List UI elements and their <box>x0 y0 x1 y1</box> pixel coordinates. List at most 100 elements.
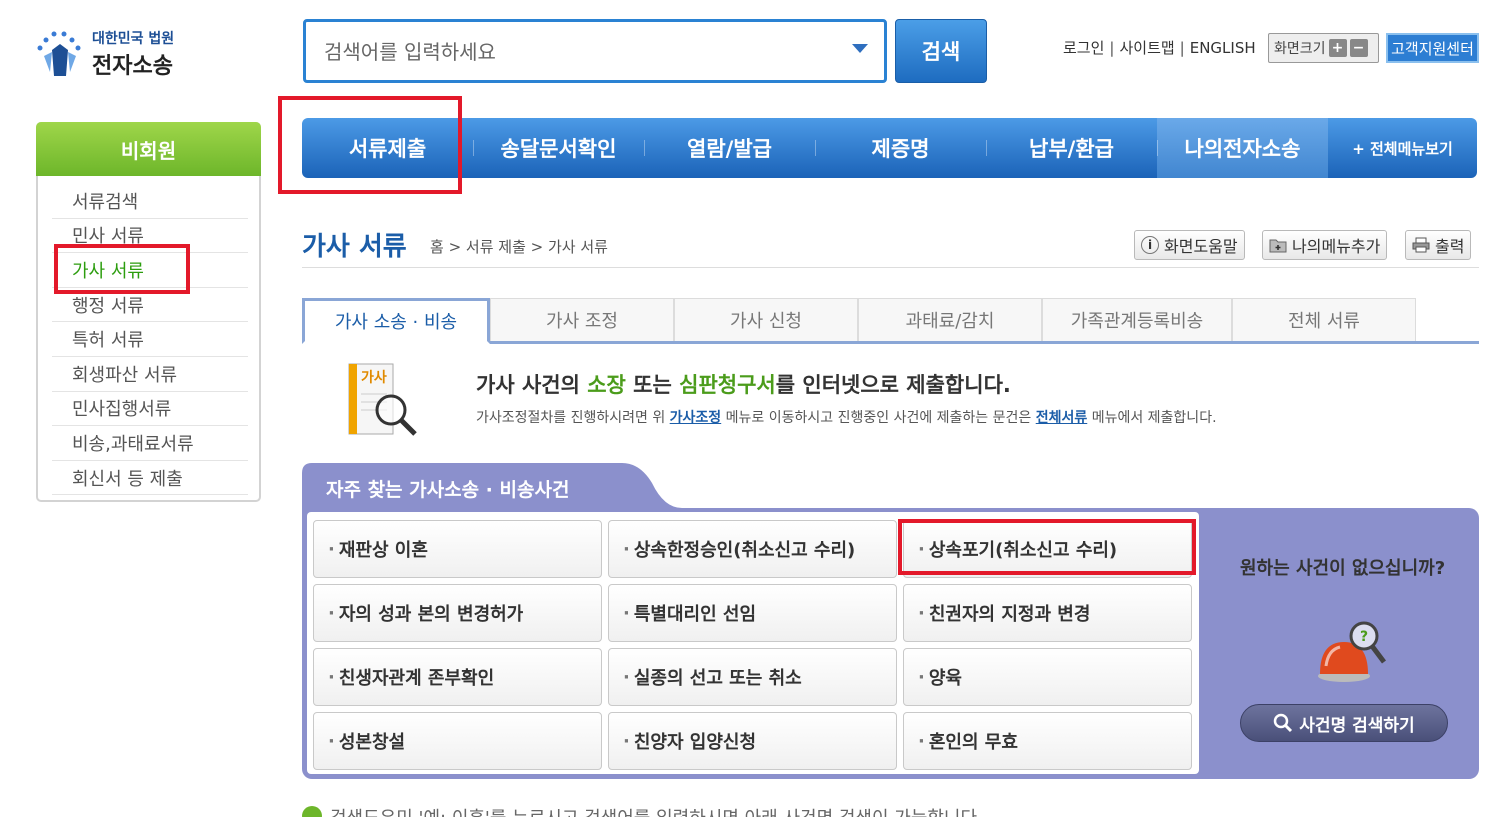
all-documents-link[interactable]: 전체서류 <box>1036 410 1088 426</box>
nav-all-menu[interactable]: + 전체메뉴보기 <box>1328 118 1477 178</box>
separator: | <box>1179 38 1185 57</box>
help-label: 화면도움말 <box>1164 237 1238 256</box>
search-dropdown-icon[interactable] <box>852 44 868 53</box>
case-button[interactable]: · 특별대리인 선임 <box>608 584 897 642</box>
case-label: 친권자의 지정과 변경 <box>928 604 1091 625</box>
sidebar-item-non-contentious[interactable]: 비송,과태료서류 <box>52 426 248 461</box>
font-decrease-button[interactable]: − <box>1349 39 1368 57</box>
case-label: 친생자관계 존부확인 <box>338 668 495 689</box>
sidebar-heading: 비회원 <box>36 122 261 176</box>
sidebar-item-patent[interactable]: 특허 서류 <box>52 322 248 357</box>
frequent-panel-title: 자주 찾는 가사소송 · 비송사건 <box>326 479 570 501</box>
breadcrumb: 홈 > 서류 제출 > 가사 서류 <box>430 238 608 256</box>
search-icon <box>1273 713 1293 733</box>
highlight-box <box>278 96 462 194</box>
tab-all-documents[interactable]: 전체 서류 <box>1232 298 1416 341</box>
sub-tabs: 가사 소송 · 비송 가사 조정 가사 신청 과태료/감치 가족관계등록비송 전… <box>302 298 1479 344</box>
nav-certificates[interactable]: 제증명 <box>815 118 986 178</box>
case-name-search-label: 사건명 검색하기 <box>1299 715 1415 736</box>
intro-title-text: 를 인터넷으로 제출합니다. <box>775 373 1011 397</box>
intro-title-text: 또는 <box>625 373 680 397</box>
case-name-search-button[interactable]: 사건명 검색하기 <box>1240 704 1448 742</box>
case-label: 친양자 입양신청 <box>633 732 757 753</box>
sidebar-item-civil-execution[interactable]: 민사집행서류 <box>52 392 248 427</box>
svg-text:?: ? <box>1360 629 1368 645</box>
case-button[interactable]: · 성본창설 <box>313 712 602 770</box>
case-label: 양육 <box>928 668 962 689</box>
english-link[interactable]: ENGLISH <box>1190 39 1256 57</box>
highlight-box <box>898 519 1196 575</box>
case-label: 성본창설 <box>338 732 406 753</box>
highlight-box <box>54 244 190 294</box>
case-label: 실종의 선고 또는 취소 <box>633 668 802 689</box>
no-case-question: 원하는 사건이 없으십니까? <box>1240 558 1446 579</box>
family-mediation-link[interactable]: 가사조정 <box>670 410 722 426</box>
printer-icon <box>1412 236 1430 254</box>
customer-support-button[interactable]: 고객지원센터 <box>1386 33 1479 63</box>
intro-title: 가사 사건의 소장 또는 심판청구서를 인터넷으로 제출합니다. <box>476 369 1011 399</box>
logo-title: 전자소송 <box>92 54 173 79</box>
intro-title-text: 가사 사건의 <box>476 373 588 397</box>
case-button[interactable]: · 실종의 선고 또는 취소 <box>608 648 897 706</box>
case-label: 재판상 이혼 <box>338 540 428 561</box>
alarm-search-icon: ? <box>1308 616 1398 686</box>
nav-delivery-check[interactable]: 송달문서확인 <box>473 118 644 178</box>
search-button[interactable]: 검색 <box>895 19 987 83</box>
nav-my-e-litigation[interactable]: 나의전자소송 <box>1157 118 1328 178</box>
tab-family-litigation[interactable]: 가사 소송 · 비송 <box>302 298 490 344</box>
search-tip-text: 검색도우미 '예: 이혼'를 누르시고 검색어를 입력하시면 아래 사건명 검색… <box>330 804 983 817</box>
tab-family-mediation[interactable]: 가사 조정 <box>490 298 674 341</box>
login-link[interactable]: 로그인 <box>1063 37 1104 58</box>
tab-family-application[interactable]: 가사 신청 <box>674 298 858 341</box>
court-emblem-icon <box>37 31 81 76</box>
print-button[interactable]: 출력 <box>1405 230 1472 260</box>
divider <box>302 267 1479 268</box>
intro-description: 가사조정절차를 진행하시려면 위 가사조정 메뉴로 이동하시고 진행중인 사건에… <box>476 407 1217 427</box>
folder-add-icon <box>1269 236 1287 254</box>
tab-family-registry[interactable]: 가족관계등록비송 <box>1042 298 1232 341</box>
nav-view-issue[interactable]: 열람/발급 <box>644 118 815 178</box>
case-label: 상속한정승인(취소신고 수리) <box>633 540 856 561</box>
case-label: 혼인의 무효 <box>928 732 1018 753</box>
utility-links: 로그인 | 사이트맵 | ENGLISH <box>1063 37 1256 58</box>
case-button[interactable]: · 상속한정승인(취소신고 수리) <box>608 520 897 578</box>
font-size-label: 화면크기 <box>1274 41 1326 57</box>
case-button[interactable]: · 친양자 입양신청 <box>608 712 897 770</box>
nav-payment-refund[interactable]: 납부/환급 <box>986 118 1157 178</box>
info-icon: i <box>1141 236 1159 254</box>
page-title: 가사 서류 <box>302 232 407 262</box>
case-button[interactable]: · 친생자관계 존부확인 <box>313 648 602 706</box>
court-logo[interactable]: 대한민국 법원 전자소송 <box>30 22 190 82</box>
intro-title-highlight: 심판청구서 <box>679 373 776 397</box>
case-label: 특별대리인 선임 <box>633 604 757 625</box>
tab-fines-detention[interactable]: 과태료/감치 <box>858 298 1042 341</box>
help-button[interactable]: i 화면도움말 <box>1134 230 1245 260</box>
frequent-panel: · 재판상 이혼 · 상속한정승인(취소신고 수리) · 상속포기(취소신고 수리) … <box>302 508 1479 779</box>
intro-title-highlight: 소장 <box>587 373 626 397</box>
font-size-control: 화면크기 + − <box>1268 33 1379 63</box>
add-my-menu-label: 나의메뉴추가 <box>1292 237 1381 256</box>
case-button[interactable]: · 혼인의 무효 <box>903 712 1192 770</box>
case-button[interactable]: · 양육 <box>903 648 1192 706</box>
sitemap-link[interactable]: 사이트맵 <box>1119 37 1174 58</box>
case-button[interactable]: · 친권자의 지정과 변경 <box>903 584 1192 642</box>
family-document-icon: 가사 <box>347 362 419 438</box>
case-button[interactable]: · 자의 성과 본의 변경허가 <box>313 584 602 642</box>
search-box <box>303 19 887 83</box>
main-nav: 서류제출 송달문서확인 열람/발급 제증명 납부/환급 나의전자소송 + 전체메… <box>302 118 1477 178</box>
family-icon-label: 가사 <box>361 370 387 386</box>
intro-desc-text: 메뉴에서 제출합니다. <box>1087 410 1217 426</box>
intro-desc-text: 가사조정절차를 진행하시려면 위 <box>476 410 670 426</box>
logo-subtitle: 대한민국 법원 <box>92 31 175 47</box>
intro-desc-text: 메뉴로 이동하시고 진행중인 사건에 제출하는 문건은 <box>721 410 1036 426</box>
case-label: 자의 성과 본의 변경허가 <box>338 604 524 625</box>
separator: | <box>1109 38 1115 57</box>
add-my-menu-button[interactable]: 나의메뉴추가 <box>1262 230 1388 260</box>
sidebar-item-reply-submission[interactable]: 회신서 등 제출 <box>52 461 248 496</box>
sidebar-item-bankruptcy[interactable]: 회생파산 서류 <box>52 357 248 392</box>
case-button[interactable]: · 재판상 이혼 <box>313 520 602 578</box>
font-increase-button[interactable]: + <box>1328 39 1347 57</box>
sidebar: 비회원 서류검색 민사 서류 가사 서류 행정 서류 특허 서류 회생파산 서류… <box>36 122 261 502</box>
search-input[interactable] <box>324 39 824 65</box>
sidebar-item-document-search[interactable]: 서류검색 <box>52 184 248 219</box>
